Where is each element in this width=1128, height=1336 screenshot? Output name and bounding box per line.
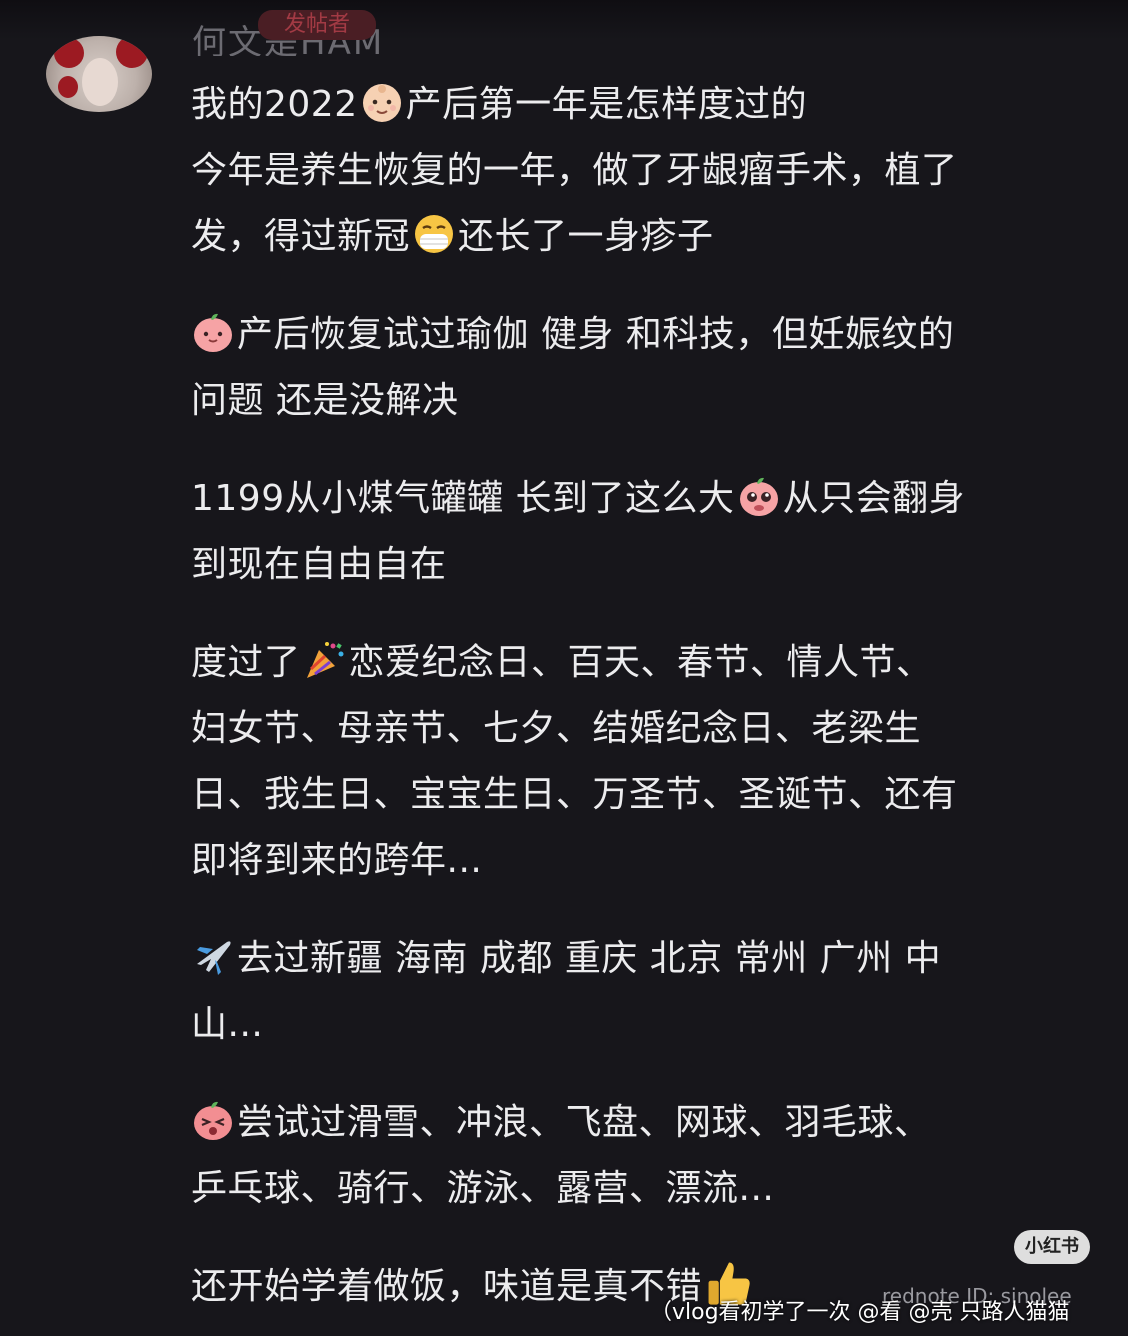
airplane-icon xyxy=(197,941,231,975)
caption-overlay: （vlog看初学了一次 @看 @壳 只路人猫猫 xyxy=(650,1300,1070,1325)
party-popper-icon xyxy=(306,642,344,678)
post-title: 我的2022 产后第一年是怎样度过的 xyxy=(191,72,1091,138)
paragraph-line: 去过新疆 海南 成都 重庆 北京 常州 广州 中 xyxy=(191,926,1091,992)
avatar-decoration xyxy=(116,36,148,68)
text-span: 去过新疆 海南 成都 重庆 北京 常州 广州 中 xyxy=(237,938,942,979)
text-span: 从只会翻身 xyxy=(782,478,966,519)
paragraph-line: 尝试过滑雪、冲浪、飞盘、网球、羽毛球、 xyxy=(191,1090,1091,1156)
title-text-end: 产后第一年是怎样度过的 xyxy=(405,84,808,125)
paragraph-line: 到现在自由自在 xyxy=(191,544,447,585)
text-span: 1199从小煤气罐罐 长到了这么大 xyxy=(191,478,735,519)
paragraph-line: 妇女节、母亲节、七夕、结婚纪念日、老梁生 xyxy=(191,708,922,749)
face-with-mask-icon xyxy=(415,215,454,253)
paragraph-line: 山... xyxy=(191,1004,264,1045)
text-span: 尝试过滑雪、冲浪、飞盘、网球、羽毛球、 xyxy=(237,1102,931,1143)
paragraph-line: 度过了 恋爱纪念日、百天、春节、情人节、 xyxy=(191,630,1091,696)
surprised-peach-icon xyxy=(194,1101,232,1140)
post-body: 我的2022 产后第一年是怎样度过的 今年是养生恢复的一年，做了牙龈瘤手术，植了… xyxy=(191,72,1091,1320)
text-span: 发，得过新冠 xyxy=(191,216,411,257)
top-fade xyxy=(0,0,1128,40)
xiaohongshu-logo: 小红书 xyxy=(1014,1230,1090,1264)
avatar-decoration xyxy=(54,38,84,68)
pleading-peach-icon xyxy=(739,477,778,516)
paragraph-line: 产后恢复试过瑜伽 健身 和科技，但妊娠纹的 xyxy=(191,302,1091,368)
paragraph-line: 发，得过新冠 还长了一身疹子 xyxy=(191,204,1091,270)
text-span: 产后恢复试过瑜伽 健身 和科技，但妊娠纹的 xyxy=(237,314,955,355)
title-text: 我的2022 xyxy=(191,84,358,125)
paragraph-line: 即将到来的跨年... xyxy=(191,840,483,881)
paragraph-line: 1199从小煤气罐罐 长到了这么大 从只会翻身 xyxy=(191,466,1091,532)
paragraph-line: 问题 还是没解决 xyxy=(191,380,459,421)
paragraph-line: 乒乓球、骑行、游泳、露营、漂流... xyxy=(191,1168,775,1209)
baby-face-icon xyxy=(362,84,401,122)
text-span: 度过了 xyxy=(191,642,301,683)
avatar[interactable] xyxy=(46,36,152,112)
avatar-decoration xyxy=(58,76,78,98)
author-badge: 发帖者 xyxy=(258,10,376,40)
peach-face-icon xyxy=(194,313,232,352)
avatar-face xyxy=(82,58,118,106)
paragraph-line: 今年是养生恢复的一年，做了牙龈瘤手术，植了 xyxy=(191,150,958,191)
text-span: 还长了一身疹子 xyxy=(458,216,714,257)
paragraph-line: 日、我生日、宝宝生日、万圣节、圣诞节、还有 xyxy=(191,774,958,815)
text-span: 恋爱纪念日、百天、春节、情人节、 xyxy=(348,642,933,683)
text-span: 还开始学着做饭，味道是真不错 xyxy=(191,1266,703,1307)
